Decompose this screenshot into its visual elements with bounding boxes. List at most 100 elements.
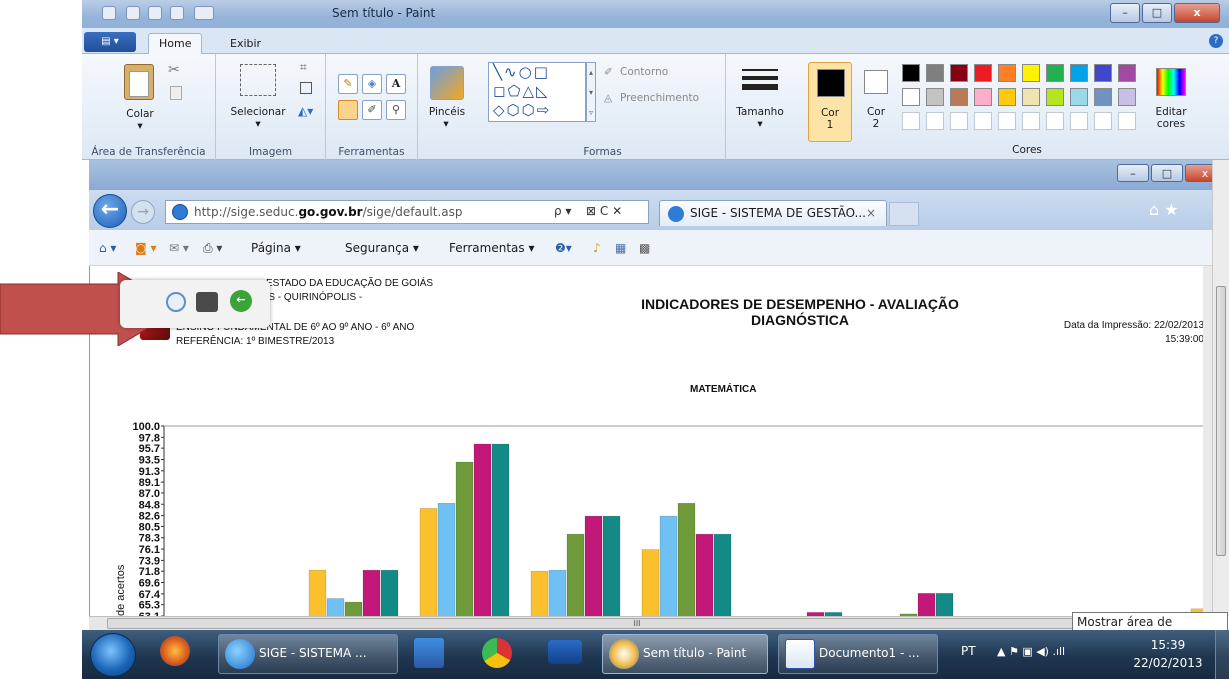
cut-icon[interactable]: ✂ bbox=[168, 62, 180, 78]
custom-color-slot[interactable] bbox=[1046, 112, 1064, 130]
firefox-icon[interactable] bbox=[160, 636, 190, 666]
palette-swatch[interactable] bbox=[950, 88, 968, 106]
outline-icon[interactable]: ✐ bbox=[604, 66, 613, 78]
paint-app-icon[interactable] bbox=[102, 6, 116, 20]
fill-shape-icon[interactable]: ◬ bbox=[604, 92, 612, 104]
taskbar-item-ie[interactable]: SIGE - SISTEMA ... bbox=[218, 634, 398, 674]
palette-swatch[interactable] bbox=[1070, 88, 1088, 106]
clock-time[interactable]: 15:39 bbox=[1143, 638, 1193, 652]
select-icon[interactable] bbox=[240, 64, 276, 96]
undo-icon[interactable] bbox=[148, 6, 162, 20]
color2-button[interactable]: Cor 2 bbox=[856, 62, 896, 142]
palette-swatch[interactable] bbox=[1046, 88, 1064, 106]
zoom-icon[interactable] bbox=[166, 292, 186, 312]
custom-color-slot[interactable] bbox=[950, 112, 968, 130]
select-dropdown-icon[interactable]: ▾ bbox=[252, 118, 264, 130]
palette-swatch[interactable] bbox=[1118, 88, 1136, 106]
custom-color-slot[interactable] bbox=[1094, 112, 1112, 130]
copy-icon[interactable] bbox=[170, 86, 182, 100]
color1-button[interactable]: Cor 1 bbox=[808, 62, 852, 142]
resize-icon[interactable] bbox=[300, 82, 312, 94]
tab-home[interactable]: Home bbox=[148, 33, 203, 55]
taskbar-item-word[interactable]: Documento1 - ... bbox=[778, 634, 938, 674]
palette-swatch[interactable] bbox=[902, 64, 920, 82]
magnifier-icon[interactable]: ⚲ bbox=[386, 100, 406, 120]
fill-shape-button[interactable]: Preenchimento bbox=[620, 92, 699, 104]
select-button[interactable]: Selecionar bbox=[228, 106, 288, 118]
tray-icons[interactable]: ▲ ⚑ ▣ ◀) .ıll bbox=[997, 645, 1065, 658]
show-desktop-button[interactable] bbox=[1215, 630, 1229, 679]
shapes-scroll[interactable]: ▴ ▾ ▿ bbox=[586, 62, 596, 122]
paint-title-bar: Sem título - Paint – □ x bbox=[82, 0, 1229, 28]
palette-swatch[interactable] bbox=[1118, 64, 1136, 82]
paste-button[interactable]: Colar bbox=[120, 108, 160, 120]
edit-colors-icon[interactable] bbox=[1156, 68, 1186, 96]
custom-color-slot[interactable] bbox=[926, 112, 944, 130]
app-icon[interactable] bbox=[548, 640, 582, 664]
clock-date[interactable]: 22/02/2013 bbox=[1129, 656, 1207, 670]
custom-color-slot[interactable] bbox=[1118, 112, 1136, 130]
save-icon[interactable] bbox=[126, 6, 140, 20]
shapes-gallery[interactable]: ╲∿○□ ◻⬠△◺ ◇⬡⬡⇨ bbox=[488, 62, 586, 122]
palette-swatch[interactable] bbox=[1094, 88, 1112, 106]
custom-color-slot[interactable] bbox=[1070, 112, 1088, 130]
canvas-vertical-scrollbar[interactable] bbox=[1212, 160, 1229, 616]
minimize-button[interactable]: – bbox=[1110, 3, 1140, 23]
palette-swatch[interactable] bbox=[1070, 64, 1088, 82]
home-favorites-icons: ⌂ ★ bbox=[1149, 200, 1179, 219]
hscroll-thumb[interactable]: III bbox=[107, 618, 1167, 629]
palette-swatch[interactable] bbox=[1022, 64, 1040, 82]
palette-swatch[interactable] bbox=[1094, 64, 1112, 82]
palette-swatch[interactable] bbox=[998, 88, 1016, 106]
scroll-thumb[interactable] bbox=[1216, 286, 1226, 556]
palette-swatch[interactable] bbox=[950, 64, 968, 82]
brushes-dropdown-icon[interactable]: ▾ bbox=[440, 118, 452, 130]
close-button[interactable]: x bbox=[1174, 3, 1220, 23]
quick-access-menu-icon[interactable] bbox=[194, 6, 214, 20]
custom-color-slot[interactable] bbox=[902, 112, 920, 130]
custom-color-slot[interactable] bbox=[974, 112, 992, 130]
custom-color-slot[interactable] bbox=[998, 112, 1016, 130]
custom-color-slot[interactable] bbox=[1022, 112, 1040, 130]
paste-dropdown-icon[interactable]: ▾ bbox=[134, 120, 146, 132]
eraser-icon[interactable] bbox=[338, 100, 358, 120]
crop-icon[interactable]: ⌗ bbox=[300, 60, 307, 75]
help-icon[interactable]: ? bbox=[1209, 34, 1223, 48]
language-indicator[interactable]: PT bbox=[961, 644, 976, 658]
palette-swatch[interactable] bbox=[1022, 88, 1040, 106]
size-button[interactable]: Tamanho bbox=[732, 106, 788, 118]
edit-colors-button[interactable]: Editar bbox=[1148, 106, 1194, 118]
ie-tab: SIGE - SISTEMA DE GESTÃO... × bbox=[659, 200, 887, 226]
palette-swatch[interactable] bbox=[974, 88, 992, 106]
size-dropdown-icon[interactable]: ▾ bbox=[754, 118, 766, 130]
text-icon[interactable]: A bbox=[386, 74, 406, 94]
start-button[interactable] bbox=[90, 633, 136, 677]
palette-swatch[interactable] bbox=[902, 88, 920, 106]
palette-swatch[interactable] bbox=[926, 64, 944, 82]
outline-button[interactable]: Contorno bbox=[620, 66, 668, 78]
palette-swatch[interactable] bbox=[974, 64, 992, 82]
pencil-icon[interactable]: ✎ bbox=[338, 74, 358, 94]
canvas-horizontal-scrollbar[interactable]: III bbox=[89, 616, 1212, 630]
maximize-button[interactable]: □ bbox=[1142, 3, 1172, 23]
fill-icon[interactable]: ◈ bbox=[362, 74, 382, 94]
taskbar-item-paint[interactable]: Sem título - Paint bbox=[602, 634, 768, 674]
color-picker-icon[interactable]: ✐ bbox=[362, 100, 382, 120]
tab-exibir[interactable]: Exibir bbox=[220, 34, 271, 54]
redo-icon[interactable] bbox=[170, 6, 184, 20]
rotate-icon[interactable]: ◭▾ bbox=[298, 104, 313, 118]
palette-swatch[interactable] bbox=[1046, 64, 1064, 82]
paint-menu-button[interactable]: ▤ ▾ bbox=[84, 32, 136, 52]
canvas-image[interactable]: – □ x ← → http://sige.seduc.go.gov.br/si… bbox=[89, 160, 1212, 616]
brush-icon[interactable] bbox=[430, 66, 464, 100]
back-report-icon[interactable]: ← bbox=[230, 290, 252, 312]
palette-swatch[interactable] bbox=[998, 64, 1016, 82]
palette-swatch[interactable] bbox=[926, 88, 944, 106]
size-icon[interactable] bbox=[742, 66, 778, 96]
media-icon[interactable] bbox=[414, 638, 444, 668]
y-tick-label: 100.0 bbox=[132, 421, 160, 433]
print-report-icon[interactable] bbox=[196, 292, 218, 312]
paste-icon[interactable] bbox=[124, 64, 154, 100]
chrome-icon[interactable] bbox=[482, 638, 512, 668]
brushes-button[interactable]: Pincéis bbox=[424, 106, 470, 118]
